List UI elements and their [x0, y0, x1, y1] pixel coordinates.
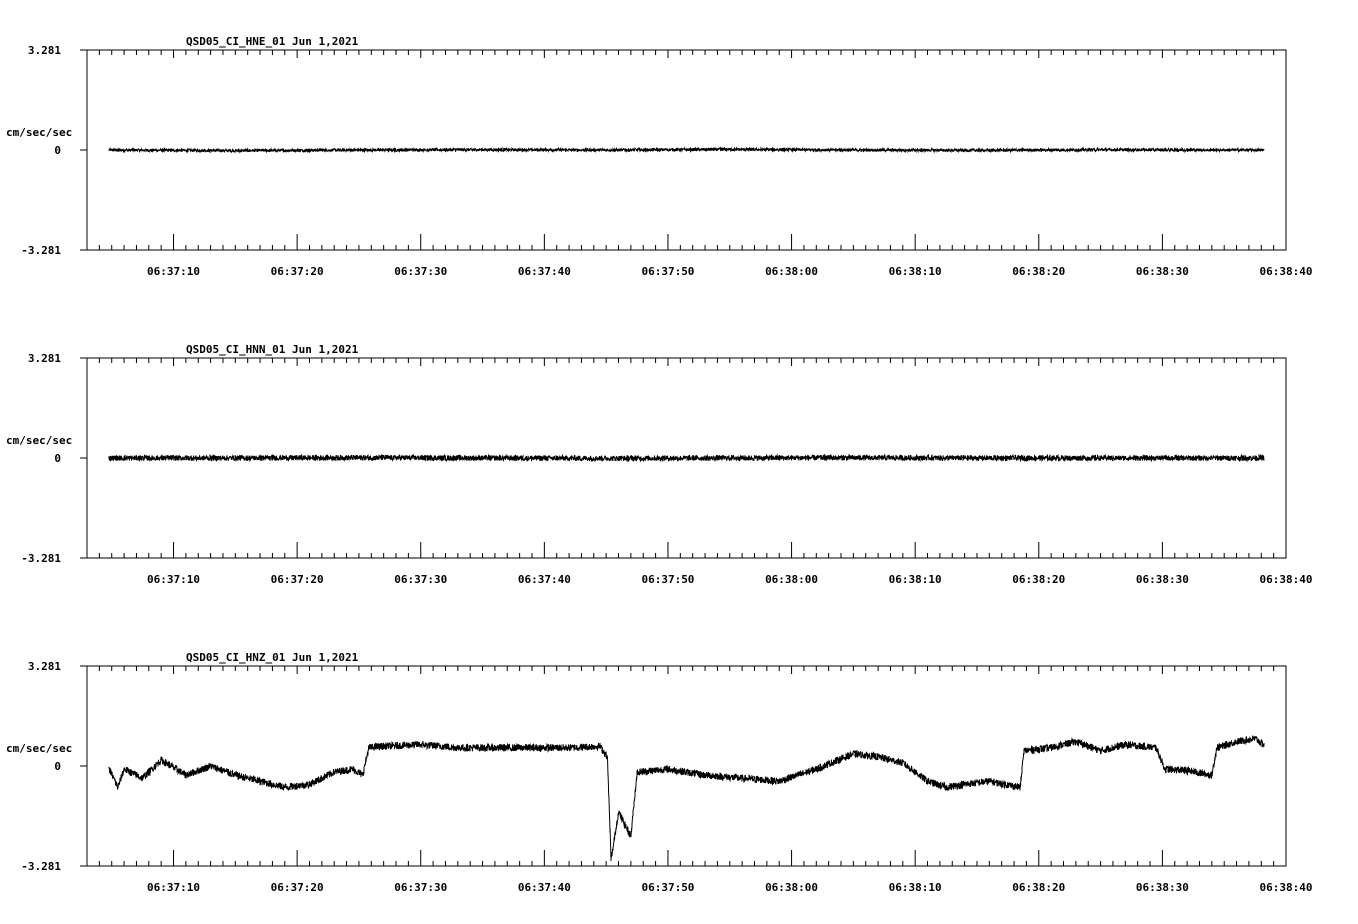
y-tick-label: 3.281 — [28, 352, 61, 365]
x-tick-label: 06:37:20 — [271, 573, 324, 586]
x-tick-label: 06:37:50 — [641, 265, 694, 278]
x-tick-label: 06:38:10 — [889, 573, 942, 586]
panel-title: QSD05_CI_HNE_01 Jun 1,2021 — [186, 35, 359, 48]
x-tick-label: 06:38:20 — [1012, 573, 1065, 586]
y-axis-label: cm/sec/sec — [6, 742, 72, 755]
x-tick-label: 06:37:40 — [518, 265, 571, 278]
seismogram-chart: QSD05_CI_HNE_01 Jun 1,2021 cm/sec/sec 3.28… — [6, 35, 1312, 894]
x-tick-label: 06:38:00 — [765, 881, 818, 894]
y-tick-label: -3.281 — [21, 552, 61, 565]
y-tick-label: -3.281 — [21, 860, 61, 873]
x-tick-label: 06:38:20 — [1012, 881, 1065, 894]
x-tick-label: 06:37:30 — [394, 881, 447, 894]
y-tick-label: 0 — [54, 452, 61, 465]
x-tick-label: 06:37:50 — [641, 881, 694, 894]
x-tick-label: 06:38:00 — [765, 573, 818, 586]
x-tick-label: 06:37:50 — [641, 573, 694, 586]
x-tick-label: 06:37:10 — [147, 573, 200, 586]
x-tick-label: 06:38:20 — [1012, 265, 1065, 278]
x-tick-label: 06:37:40 — [518, 881, 571, 894]
x-tick-label: 06:38:10 — [889, 881, 942, 894]
y-tick-label: -3.281 — [21, 244, 61, 257]
x-tick-label: 06:37:30 — [394, 573, 447, 586]
waveform-trace — [108, 735, 1265, 862]
x-tick-label: 06:37:10 — [147, 881, 200, 894]
x-tick-label: 06:38:30 — [1136, 881, 1189, 894]
x-tick-label: 06:38:40 — [1260, 881, 1313, 894]
y-axis-label: cm/sec/sec — [6, 126, 72, 139]
x-tick-label: 06:38:30 — [1136, 573, 1189, 586]
waveform-trace — [108, 453, 1265, 463]
panel-3: QSD05_CI_HNZ_01 Jun 1,2021 cm/sec/sec 3.28… — [6, 651, 1312, 894]
x-tick-label: 06:37:20 — [271, 265, 324, 278]
panel-title: QSD05_CI_HNZ_01 Jun 1,2021 — [186, 651, 359, 664]
x-tick-label: 06:37:10 — [147, 265, 200, 278]
x-tick-label: 06:38:10 — [889, 265, 942, 278]
y-tick-label: 3.281 — [28, 660, 61, 673]
waveform-trace — [108, 146, 1265, 154]
x-tick-label: 06:38:40 — [1260, 265, 1313, 278]
plot-frame — [86, 665, 1287, 867]
panel-1: QSD05_CI_HNE_01 Jun 1,2021 cm/sec/sec 3.28… — [6, 35, 1312, 278]
x-tick-label: 06:38:40 — [1260, 573, 1313, 586]
y-tick-label: 3.281 — [28, 44, 61, 57]
x-tick-label: 06:37:30 — [394, 265, 447, 278]
y-axis-label: cm/sec/sec — [6, 434, 72, 447]
x-tick-label: 06:37:20 — [271, 881, 324, 894]
panel-title: QSD05_CI_HNN_01 Jun 1,2021 — [186, 343, 359, 356]
x-tick-label: 06:37:40 — [518, 573, 571, 586]
x-tick-label: 06:38:00 — [765, 265, 818, 278]
y-tick-label: 0 — [54, 760, 61, 773]
x-tick-label: 06:38:30 — [1136, 265, 1189, 278]
panel-2: QSD05_CI_HNN_01 Jun 1,2021 cm/sec/sec 3.28… — [6, 343, 1312, 586]
y-tick-label: 0 — [54, 144, 61, 157]
